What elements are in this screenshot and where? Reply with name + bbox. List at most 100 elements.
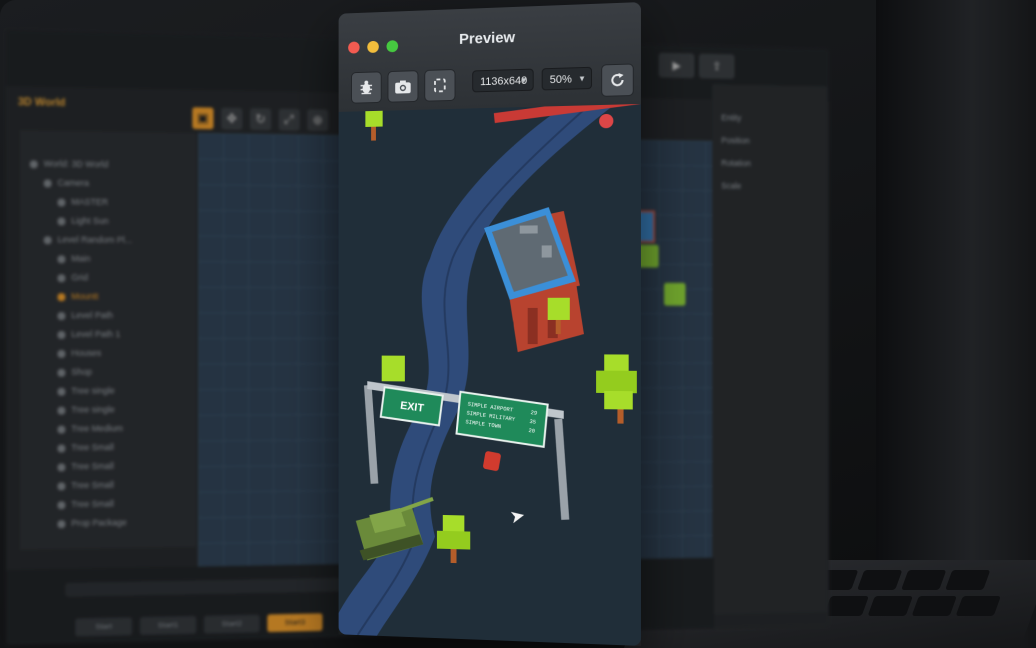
hierarchy-item[interactable]: Tree Small <box>58 480 114 491</box>
hierarchy-item[interactable]: Houses <box>58 348 102 358</box>
node-icon <box>58 387 66 395</box>
node-icon <box>58 312 66 320</box>
zoom-select[interactable]: 50% ▼ <box>542 67 592 91</box>
hierarchy-item-label: Tree Small <box>71 480 113 490</box>
hierarchy-item[interactable]: Tree Small <box>58 499 114 510</box>
tree <box>548 298 570 320</box>
node-icon <box>58 293 66 301</box>
node-icon <box>58 482 66 490</box>
scale-tool-icon[interactable]: ⤢ <box>279 109 300 131</box>
hierarchy-item-label: Camera <box>58 178 90 188</box>
chevron-down-icon: ▼ <box>520 70 528 92</box>
hierarchy-item[interactable]: Tree Small <box>58 442 114 452</box>
hierarchy-item[interactable]: Tree Small <box>58 461 114 471</box>
select-tool-icon[interactable]: ▣ <box>192 107 213 129</box>
node-icon <box>30 160 38 168</box>
node-icon <box>58 501 66 509</box>
destination-distance: 29 <box>530 409 537 417</box>
hierarchy-item[interactable]: Main <box>58 253 91 263</box>
node-icon <box>58 520 66 528</box>
refresh-icon[interactable] <box>601 63 634 96</box>
hierarchy-item-label: Level Path 1 <box>71 329 120 339</box>
hierarchy-item[interactable]: Prop Package <box>58 517 127 528</box>
node-icon <box>58 331 66 339</box>
node-icon <box>58 217 66 225</box>
hierarchy-item-label: Shop <box>71 367 92 377</box>
hierarchy-item-label: World: 3D World <box>44 159 109 170</box>
hierarchy-item-label: Level Random Pl... <box>58 234 133 244</box>
snap-tool-icon[interactable]: ⊕ <box>307 109 328 131</box>
camera-icon[interactable] <box>387 70 418 103</box>
red-car <box>483 451 502 472</box>
timeline-button[interactable]: Start <box>75 617 132 636</box>
zoom-value: 50% <box>550 73 572 86</box>
node-icon <box>58 406 66 414</box>
hierarchy-item[interactable]: Level Path <box>58 310 114 320</box>
hierarchy-item[interactable]: Grid <box>58 272 89 282</box>
preview-toolbar: Preview 1136x640 ▼ 50% ▼ <box>339 2 641 113</box>
timeline-button[interactable]: Start1 <box>140 616 196 635</box>
tree <box>365 111 382 127</box>
destination-distance: 20 <box>528 427 535 435</box>
timeline-button[interactable]: Start3 <box>267 613 322 632</box>
chevron-down-icon: ▼ <box>578 68 586 90</box>
node-icon <box>58 255 66 263</box>
hierarchy-item-label: Prop Package <box>71 517 126 528</box>
rotate-device-icon[interactable] <box>424 69 455 102</box>
inspector-label: Rotation <box>721 158 751 168</box>
play-button[interactable]: ▶ <box>659 53 695 78</box>
laptop-side <box>876 0 1036 648</box>
hierarchy-item-label: Tree single <box>71 404 114 414</box>
transform-toolbar: ▣ ✥ ↻ ⤢ ⊕ <box>192 107 328 131</box>
hierarchy-item-label: MASTER <box>71 197 108 207</box>
inspector-label: Scale <box>721 181 741 191</box>
node-icon <box>58 350 66 358</box>
hierarchy-item-label: Light Sun <box>71 216 108 226</box>
hierarchy-item[interactable]: Level Path 1 <box>58 329 121 339</box>
hierarchy-item-label: Tree Medium <box>71 423 123 433</box>
node-icon <box>58 368 66 376</box>
hierarchy-item[interactable]: Tree Medium <box>58 423 123 433</box>
destination-distance: 35 <box>529 418 536 426</box>
share-button[interactable]: ⇪ <box>699 54 735 79</box>
hierarchy-item-label: Tree Small <box>71 499 113 509</box>
move-tool-icon[interactable]: ✥ <box>221 108 242 130</box>
hierarchy-item-label: Grid <box>71 272 88 282</box>
inspector-label: Position <box>721 135 749 145</box>
scene-hierarchy: World: 3D World Camera MASTER Light Sun Leve… <box>20 130 196 550</box>
tree <box>382 356 405 382</box>
inspector-panel: Entity Position Rotation Scale <box>712 84 827 614</box>
node-icon <box>58 198 66 206</box>
bug-icon[interactable] <box>351 71 382 103</box>
node-icon <box>58 444 66 452</box>
hierarchy-item[interactable]: World: 3D World <box>30 158 109 169</box>
hierarchy-item[interactable]: Shop <box>58 367 92 377</box>
hierarchy-item[interactable]: MASTER <box>58 197 109 207</box>
node-icon <box>58 274 66 282</box>
hierarchy-item[interactable]: Level Random Pl... <box>44 234 132 245</box>
hierarchy-item[interactable]: Light Sun <box>58 215 109 225</box>
game-viewport[interactable]: EXIT SIMPLE AIRPORT 29 SIMPLE MILITARY 3… <box>339 104 641 646</box>
hierarchy-item-label: Mountt <box>71 291 98 301</box>
hierarchy-item-label: Main <box>71 253 90 263</box>
hierarchy-item-label: Tree Small <box>71 442 113 452</box>
timeline-button[interactable]: Start2 <box>204 615 260 634</box>
node-icon <box>44 179 52 187</box>
hierarchy-item[interactable]: Tree single <box>58 404 115 414</box>
hierarchy-item[interactable]: Tree single <box>58 386 115 396</box>
hierarchy-item-label: Level Path <box>71 310 113 320</box>
hierarchy-item-label: Tree Small <box>71 461 113 471</box>
viewport-tree <box>664 283 686 306</box>
resolution-select[interactable]: 1136x640 ▼ <box>472 69 533 93</box>
node-icon <box>58 463 66 471</box>
rotate-tool-icon[interactable]: ↻ <box>250 108 271 130</box>
hierarchy-item[interactable]: Camera <box>44 177 89 187</box>
preview-title: Preview <box>339 24 641 52</box>
inspector-label: Entity <box>721 113 741 123</box>
hierarchy-item-label: Houses <box>71 348 101 358</box>
hierarchy-item[interactable]: Mountt <box>58 291 99 301</box>
preview-window: Preview 1136x640 ▼ 50% ▼ EXIT SIMPLE AIR… <box>339 2 641 646</box>
node-icon <box>58 425 66 433</box>
node-icon <box>44 236 52 244</box>
scene-title: 3D World <box>18 96 66 109</box>
